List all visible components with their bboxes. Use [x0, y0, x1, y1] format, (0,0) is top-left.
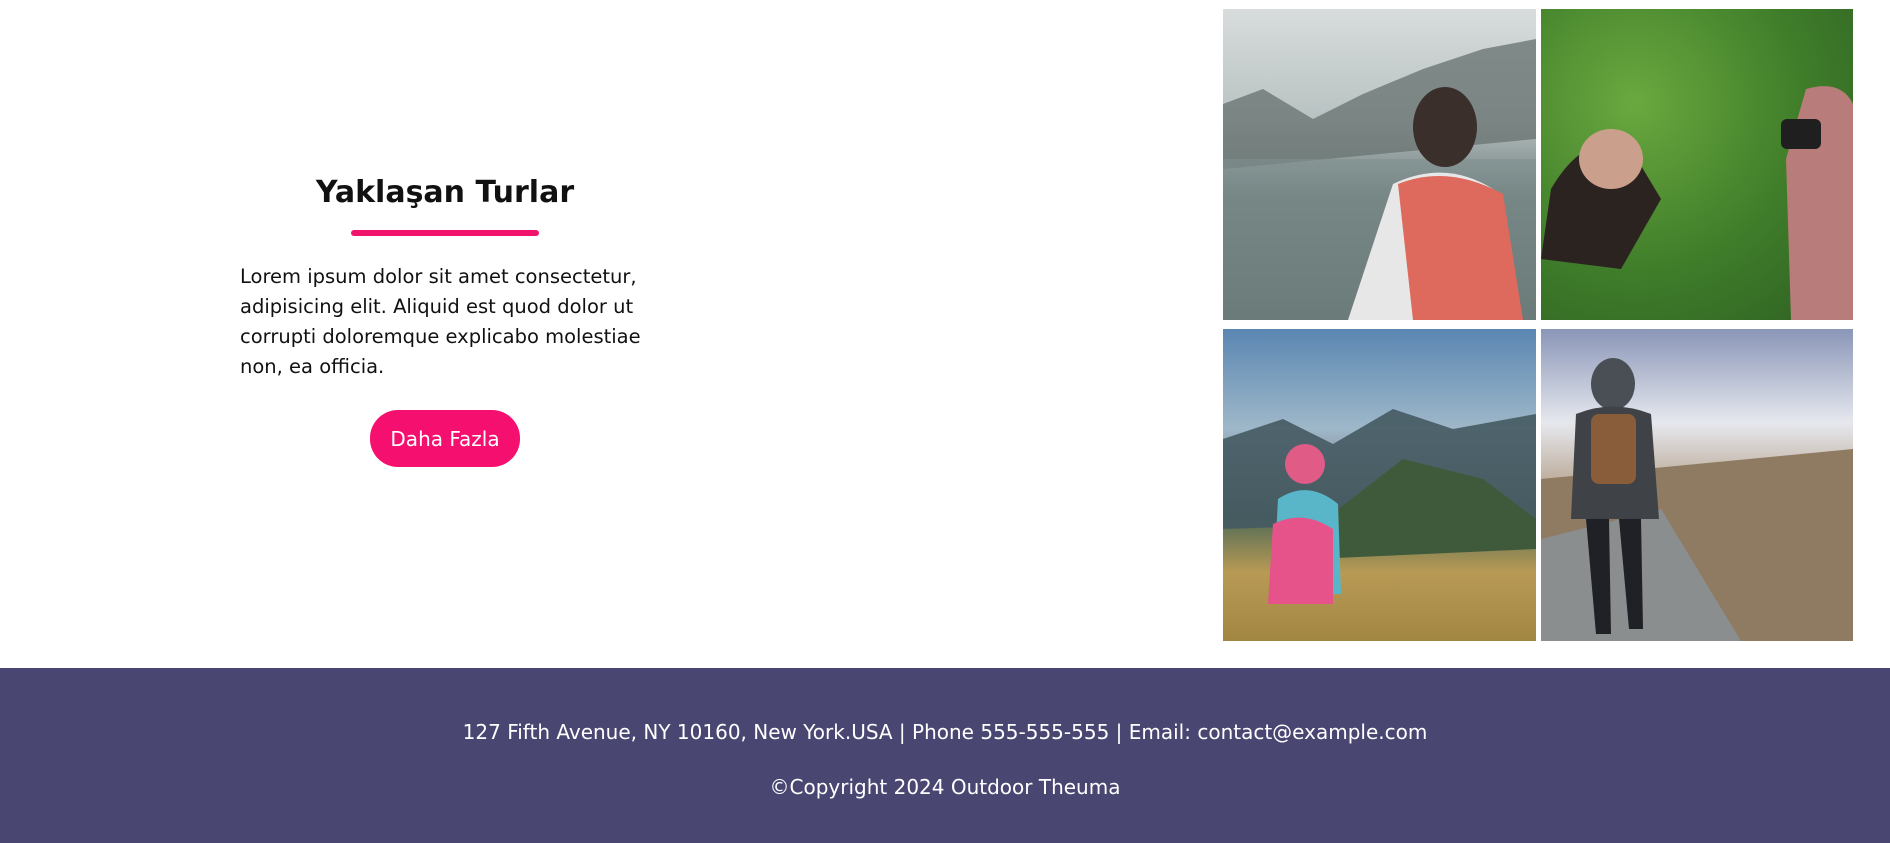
hiker-walking-rocky-trail-photo	[1541, 329, 1853, 641]
footer-copyright: ©Copyright 2024 Outdoor Theuma	[769, 775, 1121, 799]
hiker-backpack-lake-photo	[1223, 9, 1536, 320]
photographers-on-grass-photo	[1541, 9, 1853, 320]
more-button[interactable]: Daha Fazla	[370, 410, 520, 467]
footer-contact: 127 Fifth Avenue, NY 10160, New York.USA…	[462, 720, 1428, 744]
title-underline	[351, 230, 539, 236]
footer: 127 Fifth Avenue, NY 10160, New York.USA…	[0, 668, 1890, 843]
girl-sitting-mountain-view-illustration	[1223, 409, 1536, 604]
upcoming-tours-section: Yaklaşan Turlar Lorem ipsum dolor sit am…	[0, 0, 1890, 668]
section-description: Lorem ipsum dolor sit amet consectetur, …	[240, 265, 641, 378]
hiker-backpack-lake-illustration	[1223, 39, 1536, 320]
hiker-walking-rocky-trail-illustration	[1541, 358, 1853, 641]
section-title: Yaklaşan Turlar	[315, 175, 575, 210]
girl-sitting-mountain-view-photo	[1223, 329, 1536, 641]
photographers-on-grass-illustration	[1541, 86, 1853, 320]
tours-intro: Yaklaşan Turlar Lorem ipsum dolor sit am…	[240, 170, 650, 467]
